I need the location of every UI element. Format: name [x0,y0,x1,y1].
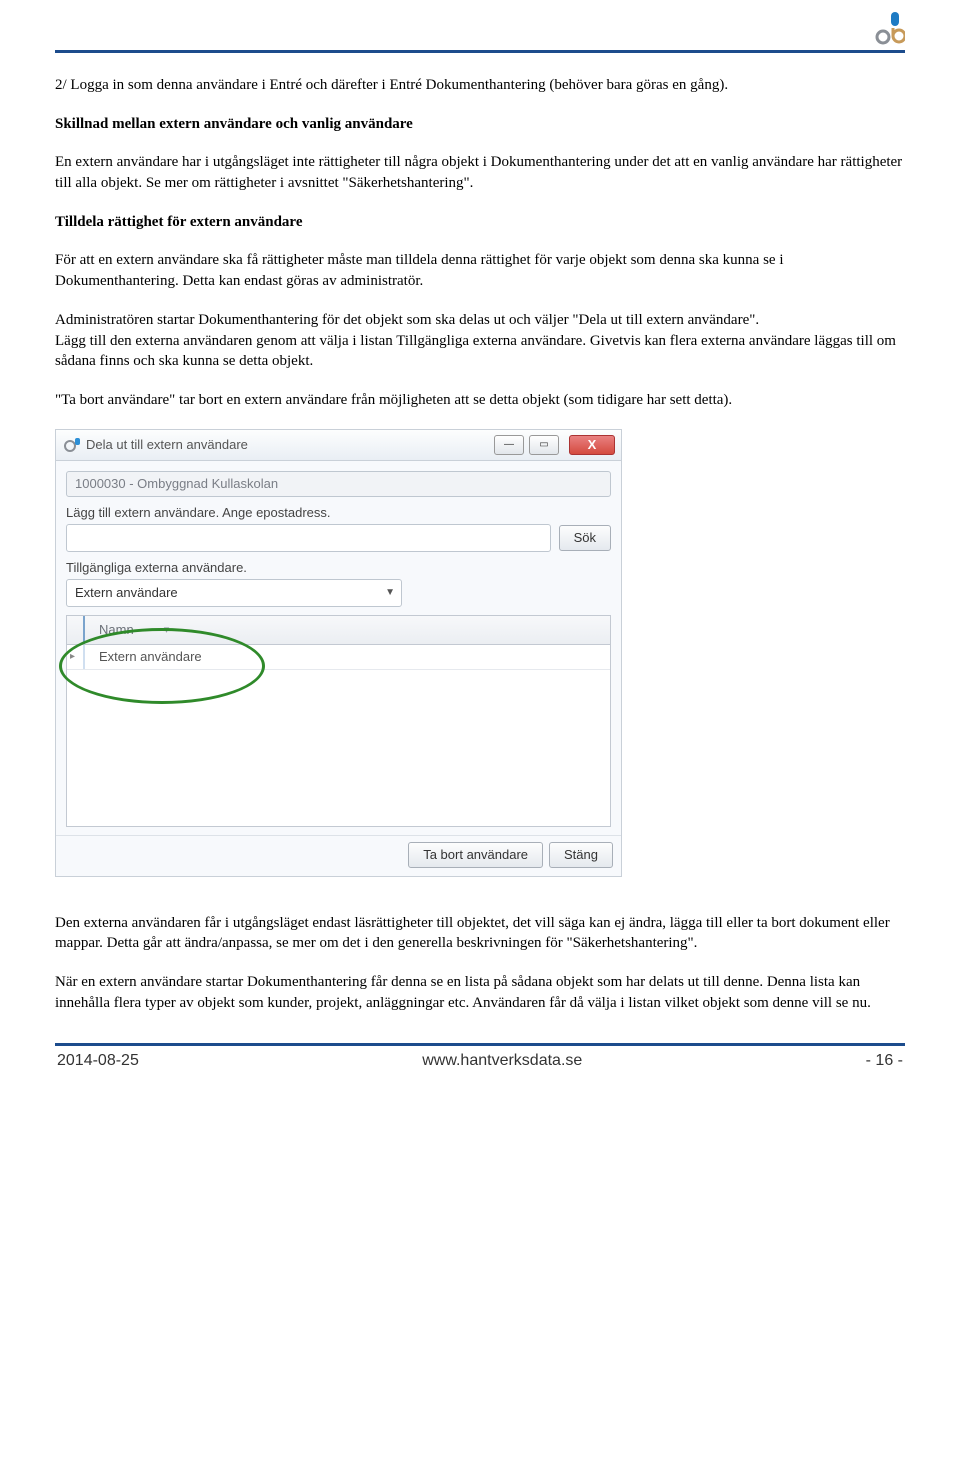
paragraph: En extern användare har i utgångsläget i… [55,152,905,193]
heading: Tilldela rättighet för extern användare [55,212,905,233]
app-icon [64,438,80,452]
dropdown-value: Extern användare [75,585,178,600]
paragraph: "Ta bort användare" tar bort en extern a… [55,390,905,411]
footer-page: - 16 - [866,1052,903,1070]
cell-name: Extern användare [83,645,202,669]
column-header-name[interactable]: Namn [99,622,134,637]
filter-icon[interactable]: ▾ [164,623,170,636]
row-indicator-icon: ▸ [70,651,80,662]
paragraph: Den externa användaren får i utgångsläge… [55,913,905,954]
titlebar: Dela ut till extern användare — ▭ X [56,430,621,461]
paragraph: Lägg till den externa användaren genom a… [55,331,905,372]
paragraph: När en extern användare startar Dokument… [55,972,905,1013]
close-button[interactable]: Stäng [549,842,613,868]
page-footer: 2014-08-25 www.hantverksdata.se - 16 - [55,1046,905,1070]
header-rule [55,50,905,53]
heading: Skillnad mellan extern användare och van… [55,114,905,135]
paragraph: Administratören startar Dokumenthanterin… [55,310,905,331]
footer-url: www.hantverksdata.se [422,1052,582,1070]
paragraph: 2/ Logga in som denna användare i Entré … [55,75,905,96]
project-field [66,471,611,497]
logo [875,10,905,46]
users-grid: Namn ▾ ▸ Extern användare [66,615,611,827]
email-input[interactable] [66,524,551,552]
available-users-label: Tillgängliga externa användare. [66,560,611,575]
minimize-button[interactable]: — [494,435,524,455]
remove-user-button[interactable]: Ta bort användare [408,842,543,868]
available-users-dropdown[interactable]: Extern användare ▼ [66,579,402,607]
dialog-window: Dela ut till extern användare — ▭ X Lägg… [55,429,622,877]
search-button[interactable]: Sök [559,525,611,551]
add-user-label: Lägg till extern användare. Ange epostad… [66,505,611,520]
chevron-down-icon: ▼ [385,587,395,598]
paragraph: För att en extern användare ska få rätti… [55,250,905,291]
footer-date: 2014-08-25 [57,1052,139,1070]
table-row[interactable]: ▸ Extern användare [67,645,610,670]
window-title: Dela ut till extern användare [86,437,488,452]
close-window-button[interactable]: X [569,435,615,455]
maximize-button[interactable]: ▭ [529,435,559,455]
